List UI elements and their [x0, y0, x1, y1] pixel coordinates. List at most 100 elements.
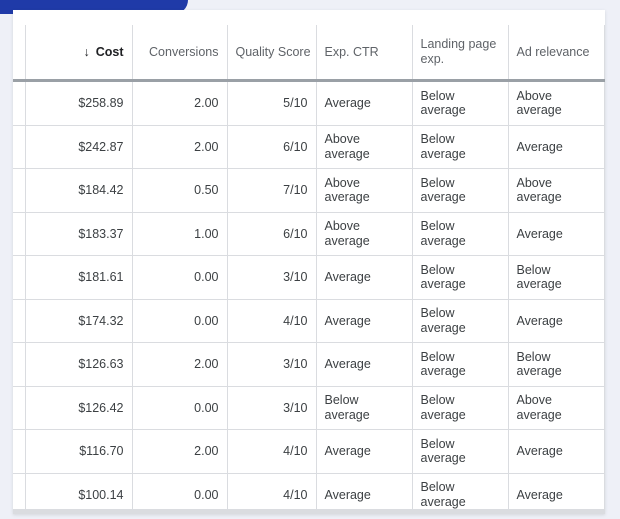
- quality-score-cell: 7/10: [227, 168, 317, 213]
- exp-ctr-cell: Average: [316, 429, 413, 474]
- conversions-cell: 2.00: [132, 429, 228, 474]
- ad-relevance-cell: Average: [508, 212, 605, 256]
- table-row[interactable]: $126.63 2.00 3/10 Average Below average …: [13, 342, 605, 387]
- ad-relevance-cell: Average: [508, 125, 605, 169]
- keywords-table-panel: ↓ Cost Conversions Quality Score Exp. CTR…: [13, 10, 605, 514]
- cost-cell: $242.87: [25, 125, 133, 169]
- row-edge-cell: [13, 255, 26, 300]
- column-header-quality-score[interactable]: Quality Score: [227, 25, 317, 82]
- row-edge-cell: [13, 342, 26, 387]
- column-header-cost-label: Cost: [95, 45, 124, 59]
- column-header-landing-page-exp[interactable]: Landing page exp.: [412, 25, 509, 82]
- exp-ctr-cell: Average: [316, 342, 413, 387]
- column-header-landing-page-exp-label: Landing page exp.: [420, 37, 497, 66]
- partial-column-cell: [604, 125, 605, 169]
- table-header-row: ↓ Cost Conversions Quality Score Exp. CTR…: [13, 25, 605, 82]
- landing-page-exp-cell: Below average: [412, 168, 509, 213]
- conversions-cell: 0.00: [132, 386, 228, 430]
- quality-score-cell: 6/10: [227, 212, 317, 256]
- table-row[interactable]: $181.61 0.00 3/10 Average Below average …: [13, 255, 605, 300]
- ad-relevance-cell: Below average: [508, 342, 605, 387]
- column-header-conversions-label: Conversions: [149, 45, 219, 59]
- conversions-cell: 0.00: [132, 299, 228, 343]
- conversions-cell: 0.50: [132, 168, 228, 213]
- landing-page-exp-cell: Below average: [412, 342, 509, 387]
- ad-relevance-cell: Average: [508, 473, 605, 514]
- partial-column-cell: [604, 299, 605, 343]
- cost-cell: $181.61: [25, 255, 133, 300]
- table-row[interactable]: $184.42 0.50 7/10 Above average Below av…: [13, 168, 605, 213]
- landing-page-exp-cell: Below average: [412, 125, 509, 169]
- table-row[interactable]: $183.37 1.00 6/10 Above average Below av…: [13, 212, 605, 256]
- cost-cell: $183.37: [25, 212, 133, 256]
- partial-column-cell: [604, 342, 605, 387]
- conversions-cell: 0.00: [132, 255, 228, 300]
- column-header-cost[interactable]: ↓ Cost: [25, 25, 133, 82]
- exp-ctr-cell: Below average: [316, 386, 413, 430]
- table-row[interactable]: $242.87 2.00 6/10 Above average Below av…: [13, 125, 605, 169]
- ad-relevance-cell: Above average: [508, 168, 605, 213]
- landing-page-exp-cell: Below average: [412, 299, 509, 343]
- partial-column-cell: [604, 386, 605, 430]
- quality-score-cell: 4/10: [227, 299, 317, 343]
- cost-cell: $174.32: [25, 299, 133, 343]
- partial-column-cell: [604, 168, 605, 213]
- exp-ctr-cell: Average: [316, 299, 413, 343]
- row-edge-cell: [13, 125, 26, 169]
- partial-column-cell: [604, 429, 605, 474]
- conversions-cell: 2.00: [132, 80, 228, 126]
- column-header-exp-ctr[interactable]: Exp. CTR: [316, 25, 413, 82]
- landing-page-exp-cell: Below average: [412, 429, 509, 474]
- cost-cell: $184.42: [25, 168, 133, 213]
- ad-relevance-cell: Average: [508, 429, 605, 474]
- table-row[interactable]: $258.89 2.00 5/10 Average Below average …: [13, 80, 605, 126]
- horizontal-scrollbar[interactable]: [13, 509, 605, 514]
- ad-relevance-cell: Above average: [508, 386, 605, 430]
- exp-ctr-cell: Average: [316, 473, 413, 514]
- ad-relevance-cell: Above average: [508, 80, 605, 126]
- quality-score-cell: 4/10: [227, 429, 317, 474]
- exp-ctr-cell: Above average: [316, 212, 413, 256]
- row-edge-cell: [13, 429, 26, 474]
- exp-ctr-cell: Above average: [316, 125, 413, 169]
- partial-column-cell: [604, 212, 605, 256]
- landing-page-exp-cell: Below average: [412, 473, 509, 514]
- row-edge-cell: [13, 168, 26, 213]
- exp-ctr-cell: Above average: [316, 168, 413, 213]
- header-cell-previous-column: [13, 25, 26, 82]
- column-header-ad-relevance[interactable]: Ad relevance: [508, 25, 605, 82]
- cost-cell: $258.89: [25, 80, 133, 126]
- row-edge-cell: [13, 80, 26, 126]
- cost-cell: $100.14: [25, 473, 133, 514]
- column-header-next-partial[interactable]: ir: [604, 25, 605, 82]
- ad-relevance-cell: Average: [508, 299, 605, 343]
- row-edge-cell: [13, 212, 26, 256]
- table-row[interactable]: $116.70 2.00 4/10 Average Below average …: [13, 429, 605, 474]
- quality-score-cell: 6/10: [227, 125, 317, 169]
- cost-cell: $126.42: [25, 386, 133, 430]
- conversions-cell: 1.00: [132, 212, 228, 256]
- cost-cell: $126.63: [25, 342, 133, 387]
- exp-ctr-cell: Average: [316, 80, 413, 126]
- arrow-down-icon: ↓: [83, 45, 90, 59]
- landing-page-exp-cell: Below average: [412, 212, 509, 256]
- keywords-table: ↓ Cost Conversions Quality Score Exp. CTR…: [13, 25, 605, 514]
- quality-score-cell: 4/10: [227, 473, 317, 514]
- quality-score-cell: 5/10: [227, 80, 317, 126]
- landing-page-exp-cell: Below average: [412, 80, 509, 126]
- row-edge-cell: [13, 473, 26, 514]
- partial-column-cell: [604, 80, 605, 126]
- quality-score-cell: 3/10: [227, 255, 317, 300]
- column-header-exp-ctr-label: Exp. CTR: [324, 45, 379, 59]
- partial-column-cell: [604, 255, 605, 300]
- quality-score-cell: 3/10: [227, 386, 317, 430]
- landing-page-exp-cell: Below average: [412, 386, 509, 430]
- table-row[interactable]: $100.14 0.00 4/10 Average Below average …: [13, 473, 605, 514]
- column-header-conversions[interactable]: Conversions: [132, 25, 228, 82]
- table-row[interactable]: $174.32 0.00 4/10 Average Below average …: [13, 299, 605, 343]
- row-edge-cell: [13, 299, 26, 343]
- row-edge-cell: [13, 386, 26, 430]
- table-row[interactable]: $126.42 0.00 3/10 Below average Below av…: [13, 386, 605, 430]
- conversions-cell: 2.00: [132, 125, 228, 169]
- conversions-cell: 0.00: [132, 473, 228, 514]
